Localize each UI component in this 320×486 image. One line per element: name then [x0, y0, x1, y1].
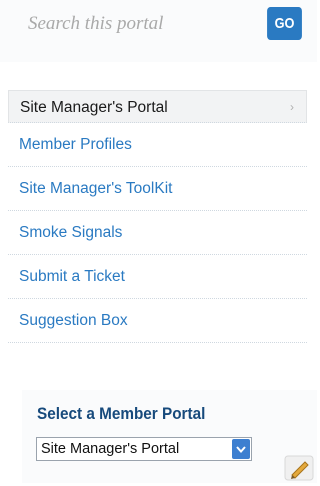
select-value: Site Manager's Portal — [41, 441, 180, 457]
search-bar: GO — [0, 0, 317, 62]
search-input[interactable] — [28, 6, 233, 42]
pencil-icon[interactable] — [284, 455, 314, 481]
sidebar-item-label: Smoke Signals — [19, 224, 123, 241]
sidebar-nav: Site Manager's Portal › Member Profiles … — [8, 90, 307, 343]
go-button[interactable]: GO — [267, 7, 302, 40]
chevron-right-icon: › — [290, 100, 294, 114]
sidebar-item-smoke-signals[interactable]: Smoke Signals — [8, 211, 307, 255]
sidebar-item-site-managers-toolkit[interactable]: Site Manager's ToolKit — [8, 167, 307, 211]
member-portal-selector: Select a Member Portal Site Manager's Po… — [22, 390, 317, 483]
sidebar-item-label: Submit a Ticket — [19, 268, 125, 285]
sidebar-item-label: Site Manager's ToolKit — [19, 180, 173, 197]
sidebar-item-submit-a-ticket[interactable]: Submit a Ticket — [8, 255, 307, 299]
sidebar-item-suggestion-box[interactable]: Suggestion Box — [8, 299, 307, 343]
sidebar-item-label: Site Manager's Portal — [20, 99, 168, 116]
portal-selector-title: Select a Member Portal — [37, 404, 206, 423]
sidebar-item-member-profiles[interactable]: Member Profiles — [8, 123, 307, 167]
sidebar-item-label: Suggestion Box — [19, 312, 128, 329]
member-portal-select[interactable]: Site Manager's Portal — [36, 437, 252, 461]
sidebar-item-site-managers-portal[interactable]: Site Manager's Portal › — [8, 90, 307, 123]
chevron-down-icon[interactable] — [232, 439, 250, 459]
sidebar-item-label: Member Profiles — [19, 136, 132, 153]
